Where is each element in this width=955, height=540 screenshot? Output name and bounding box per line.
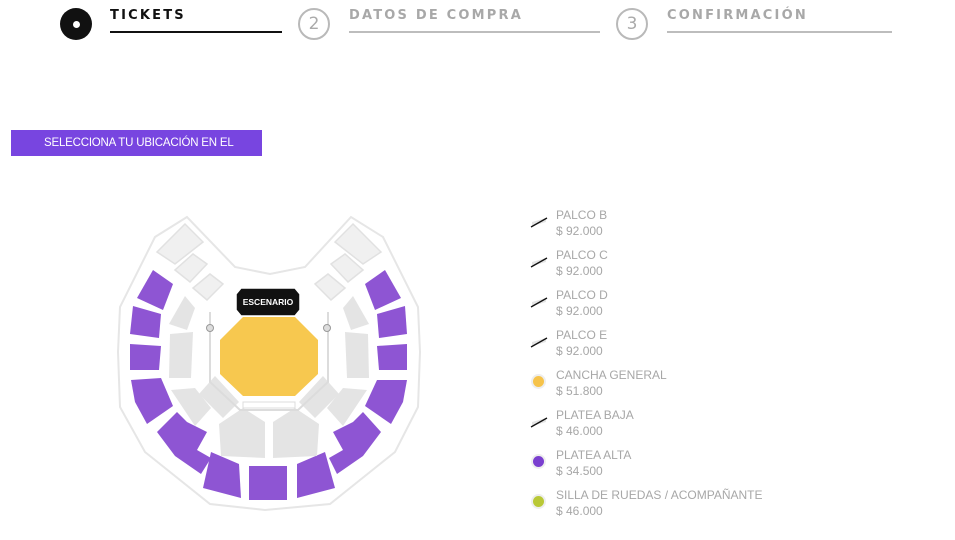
legend-name: PLATEA ALTA bbox=[556, 448, 632, 462]
step-label-datos: DATOS DE COMPRA bbox=[349, 8, 523, 23]
step-underline-datos bbox=[349, 31, 600, 33]
legend-name: SILLA DE RUEDAS / ACOMPAÑANTE bbox=[556, 488, 763, 502]
stage-label: ESCENARIO bbox=[243, 297, 294, 307]
sold-out-icon bbox=[530, 257, 548, 268]
platea-alta-color-dot-icon bbox=[533, 456, 544, 467]
section-platea-alta[interactable] bbox=[130, 344, 161, 370]
step-tickets[interactable] bbox=[60, 8, 92, 40]
legend-price: $ 34.500 bbox=[556, 464, 603, 478]
legend-price: $ 92.000 bbox=[556, 304, 603, 318]
section-platea-alta[interactable] bbox=[249, 466, 287, 500]
section-cancha-general[interactable] bbox=[220, 317, 318, 396]
step-underline-tickets bbox=[110, 31, 282, 33]
sold-out-icon bbox=[530, 217, 548, 228]
legend-price: $ 46.000 bbox=[556, 424, 603, 438]
step-label-tickets: TICKETS bbox=[110, 8, 186, 23]
step-number-2: 2 bbox=[298, 8, 330, 40]
legend-name: PALCO E bbox=[556, 328, 608, 342]
legend-name: PALCO D bbox=[556, 288, 608, 302]
legend-name: CANCHA GENERAL bbox=[556, 368, 667, 382]
sold-out-icon bbox=[530, 417, 548, 428]
sold-out-icon bbox=[530, 337, 548, 348]
legend-price: $ 46.000 bbox=[556, 504, 603, 518]
step-label-confirmacion: CONFIRMACIÓN bbox=[667, 8, 808, 23]
legend-name: PALCO B bbox=[556, 208, 608, 222]
cancha-color-dot-icon bbox=[533, 376, 544, 387]
step-confirmacion[interactable]: 3 bbox=[616, 8, 648, 40]
step-underline-confirmacion bbox=[667, 31, 892, 33]
control-booth bbox=[242, 401, 296, 409]
step-number-3: 3 bbox=[616, 8, 648, 40]
legend-name: PALCO C bbox=[556, 248, 608, 262]
legend-price: $ 92.000 bbox=[556, 264, 603, 278]
venue-seat-map: ESCENARIO bbox=[116, 215, 422, 512]
legend-name: PLATEA BAJA bbox=[556, 408, 634, 422]
legend-price: $ 92.000 bbox=[556, 224, 603, 238]
step-datos-de-compra[interactable]: 2 bbox=[298, 8, 330, 40]
legend-price: $ 92.000 bbox=[556, 344, 603, 358]
silla-de-ruedas-spot[interactable] bbox=[323, 324, 331, 332]
silla-color-dot-icon bbox=[533, 496, 544, 507]
legend-price: $ 51.800 bbox=[556, 384, 603, 398]
sold-out-icon bbox=[530, 297, 548, 308]
step-active-indicator bbox=[60, 8, 92, 40]
select-location-banner: SELECCIONA TU UBICACIÓN EN EL MAPA bbox=[11, 130, 262, 175]
section-platea-alta[interactable] bbox=[377, 344, 407, 370]
silla-de-ruedas-spot[interactable] bbox=[206, 324, 214, 332]
